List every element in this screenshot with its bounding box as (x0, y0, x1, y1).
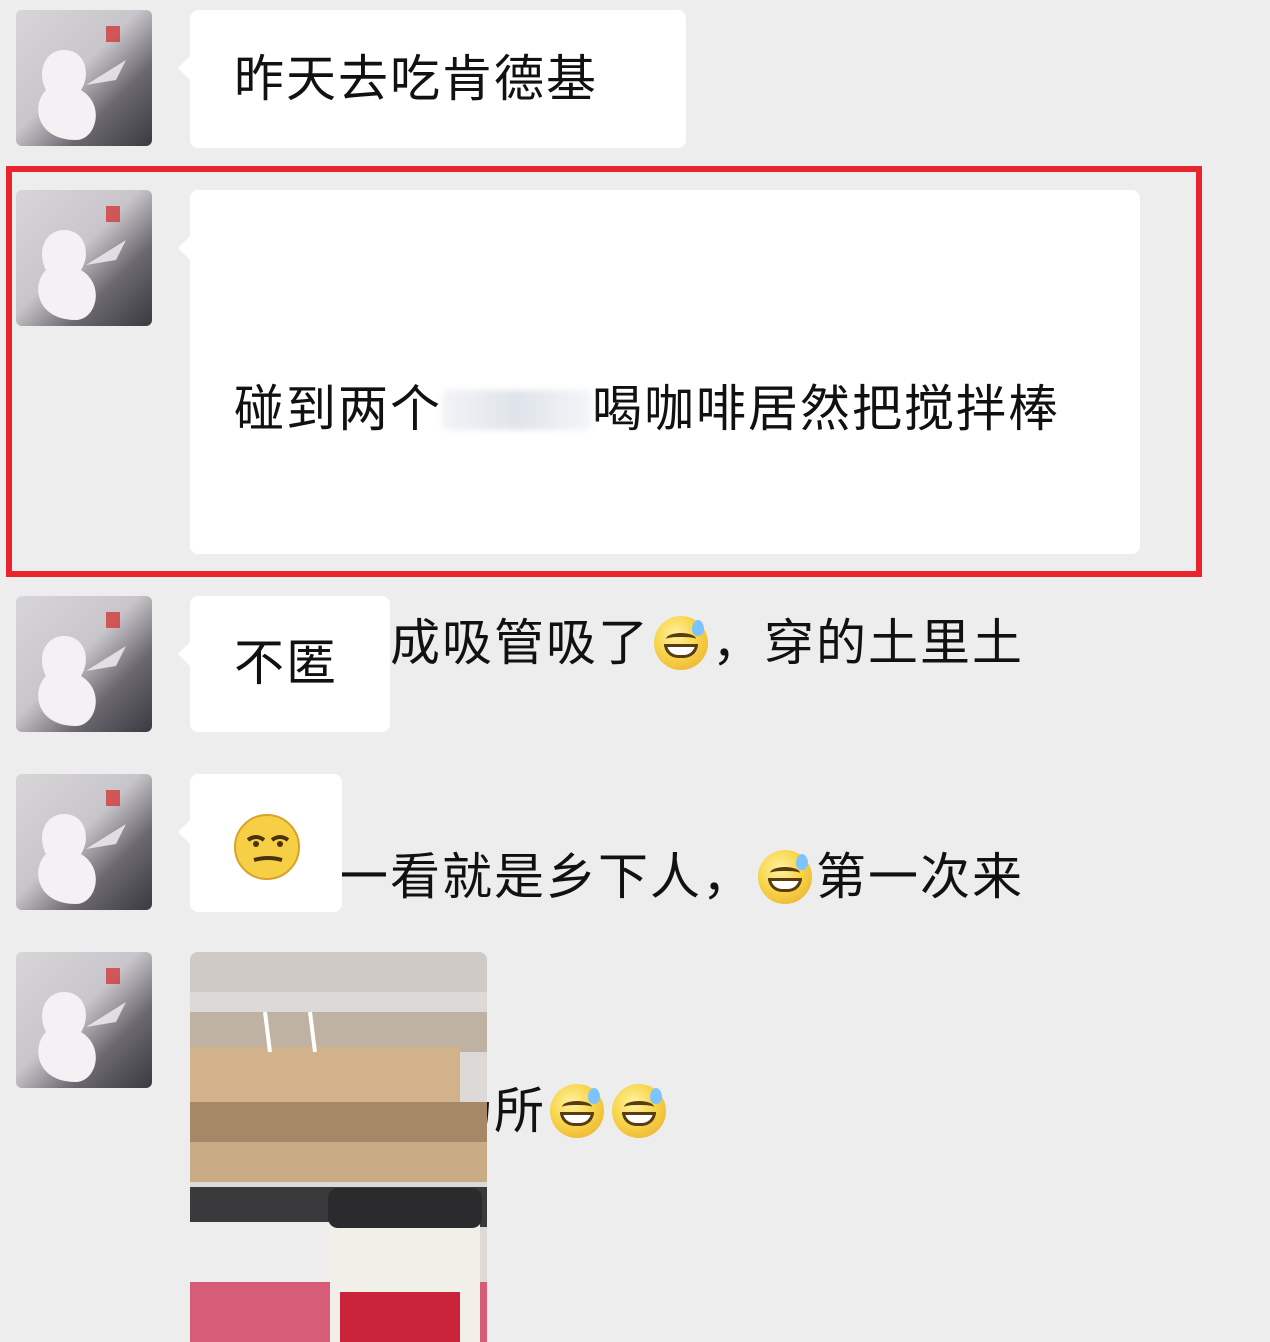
redacted-text (442, 390, 592, 430)
message-text: 不匿 (234, 634, 338, 692)
message-bubble[interactable]: 碰到两个 喝咖啡居然把搅拌棒 当成当成吸管吸了 ，穿的土里土 气的一看就是乡下人，第… (178, 190, 1140, 1140)
message-bubble[interactable]: 昨天去吃肯德基 (178, 10, 686, 148)
avatar[interactable] (16, 774, 152, 910)
grin-sweat-emoji-icon (550, 1084, 604, 1138)
avatar[interactable] (16, 190, 152, 326)
message-bubble[interactable]: 不匿 (178, 596, 390, 732)
message-bubble[interactable] (178, 774, 342, 912)
smirk-emoji-icon (234, 814, 300, 880)
avatar[interactable] (16, 952, 152, 1088)
avatar[interactable] (16, 596, 152, 732)
kfc-photo[interactable] (190, 952, 487, 1342)
grin-sweat-emoji-icon (758, 850, 812, 904)
grin-sweat-emoji-icon (612, 1084, 666, 1138)
grin-sweat-emoji-icon (654, 616, 708, 670)
message-text: 昨天去吃肯德基 (234, 50, 598, 108)
avatar[interactable] (16, 10, 152, 146)
